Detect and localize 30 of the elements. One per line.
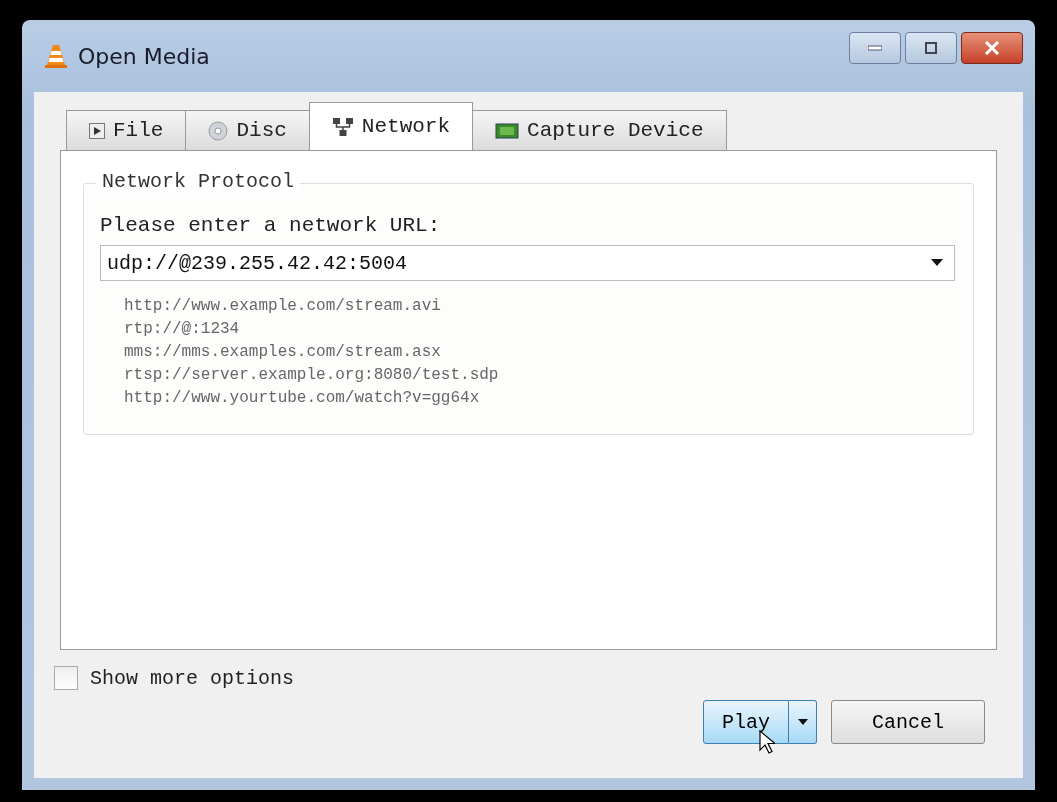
example-url: mms://mms.examples.com/stream.asx [124,342,442,363]
traffic-cone-icon [44,43,68,69]
tab[interactable]: Disc [185,110,310,150]
caret-icon [797,718,808,726]
close-button[interactable] [961,32,1023,64]
mouse-cursor-icon [759,730,775,754]
tab[interactable]: Network [308,102,474,150]
close-icon [984,41,1000,55]
capture-card-icon [495,121,520,140]
window-title: Open Media [78,43,211,69]
url-prompt: Please enter a network URL: [100,214,442,237]
example-url: rtp://@:1234 [124,319,241,340]
tab[interactable]: Capture Device [472,110,727,150]
play-file-icon [89,122,105,139]
example-url: rtsp://server.example.org:8080/test.sdp [124,365,500,386]
play-menu-button[interactable] [789,700,817,744]
group-title: Network Protocol [96,170,301,193]
checkbox[interactable] [54,666,78,690]
cancel-button[interactable]: Cancel [831,700,985,744]
network-icon [331,116,354,137]
minimize-button[interactable] [849,32,901,64]
disc-icon [208,120,229,141]
play-button[interactable]: Play [703,700,789,744]
maximize-icon [925,42,937,54]
minimize-icon [868,45,882,51]
maximize-button[interactable] [905,32,957,64]
checkbox-label[interactable]: Show more options [90,666,295,690]
example-url: http://www.example.com/stream.avi [124,296,442,317]
tab[interactable]: File [66,110,187,150]
example-url: http://www.yourtube.com/watch?v=gg64x [124,388,481,409]
